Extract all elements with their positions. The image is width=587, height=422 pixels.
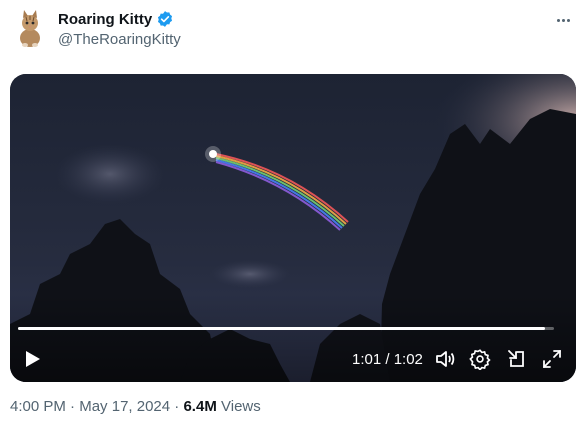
views-count: 6.4M [183,398,217,415]
play-icon[interactable] [19,346,45,372]
author-display-name[interactable]: Roaring Kitty [58,11,152,28]
fullscreen-expand-icon[interactable] [539,346,565,372]
tweet-time[interactable]: 4:00 PM [10,398,66,415]
video-frame-scene [10,74,576,382]
tweet-header: Roaring Kitty @TheRoaringKitty [10,8,577,56]
tweet-date[interactable]: May 17, 2024 [79,398,170,415]
video-progress-fill [18,327,546,330]
video-time-display: 1:01 / 1:02 [352,351,423,368]
cat-avatar-icon[interactable] [10,8,50,48]
meta-separator: · [174,398,180,415]
settings-gear-icon[interactable] [467,346,493,372]
video-player[interactable]: 1:01 / 1:02 [10,74,576,382]
volume-icon[interactable] [432,346,458,372]
tweet-meta: 4:00 PM · May 17, 2024 · 6.4M Views [10,398,261,415]
views-label: Views [221,398,261,415]
video-progress-bar[interactable] [18,327,554,330]
author-name-row: Roaring Kitty [58,10,174,28]
verified-badge-icon[interactable] [156,10,174,28]
author-handle[interactable]: @TheRoaringKitty [58,31,181,48]
meta-separator: · [70,398,76,415]
more-options-icon[interactable] [553,10,573,30]
video-controls: 1:01 / 1:02 [10,342,576,376]
picture-in-picture-icon[interactable] [504,346,530,372]
